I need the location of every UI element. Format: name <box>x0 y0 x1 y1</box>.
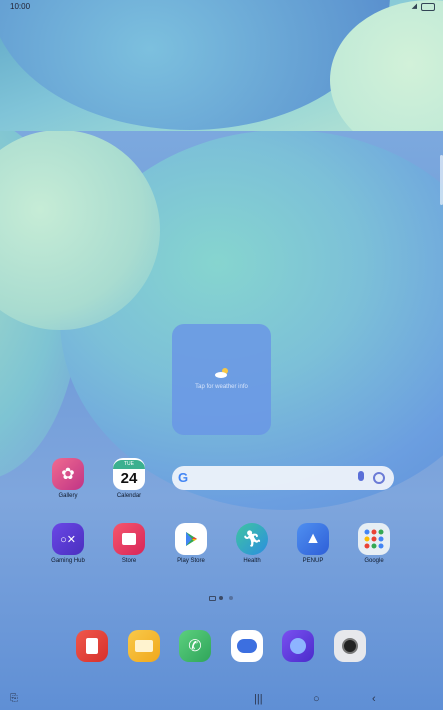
play-store-icon <box>175 523 207 555</box>
weather-widget[interactable]: Tap for weather info <box>172 324 271 435</box>
camera-icon <box>334 630 366 662</box>
back-button[interactable]: ‹ <box>372 692 376 706</box>
messages-icon <box>231 630 263 662</box>
app-label: PENUP <box>302 558 324 564</box>
status-bar: 10:00 ◢ <box>0 0 443 14</box>
recents-button[interactable]: ||| <box>254 692 263 706</box>
calendar-icon: TUE 24 <box>113 458 145 490</box>
weather-cloud-icon <box>215 368 228 378</box>
store-bag-icon <box>113 523 145 555</box>
app-store[interactable]: Store <box>98 523 160 564</box>
app-label: Play Store <box>177 558 205 564</box>
app-gallery[interactable]: ✿ Gallery <box>37 458 99 499</box>
screenshot-icon[interactable]: ⎘ <box>10 692 18 706</box>
app-gaming-hub[interactable]: ○✕ Gaming Hub <box>37 523 99 564</box>
gallery-icon: ✿ <box>52 458 84 490</box>
app-label: Gallery <box>58 493 78 499</box>
app-label: Store <box>121 558 137 564</box>
app-label: Google <box>364 558 384 564</box>
page-dot <box>229 596 233 600</box>
app-google-folder[interactable]: Google <box>343 523 405 564</box>
wallpaper-top <box>0 0 443 131</box>
signal-icon: ◢ <box>411 3 417 10</box>
home-button[interactable]: ○ <box>313 692 320 706</box>
internet-icon <box>282 630 314 662</box>
clock: 10:00 <box>10 2 31 11</box>
app-health[interactable]: 🏃︎ Health <box>221 523 283 564</box>
gaming-hub-icon: ○✕ <box>52 523 84 555</box>
google-folder-icon <box>358 523 390 555</box>
app-calendar[interactable]: TUE 24 Calendar <box>98 458 160 499</box>
lens-icon[interactable] <box>373 472 385 484</box>
mic-icon[interactable] <box>358 471 364 481</box>
weather-label: Tap for weather info <box>195 384 248 390</box>
calendar-day: TUE <box>113 459 145 469</box>
battery-icon <box>421 3 435 11</box>
phone-icon: ✆ <box>179 630 211 662</box>
app-penup[interactable]: ▲ PENUP <box>282 523 344 564</box>
app-label: Gaming Hub <box>51 558 85 564</box>
calendar-date: 24 <box>120 469 138 487</box>
app-label: Health <box>243 558 261 564</box>
navigation-bar: ⎘ ||| ○ ‹ <box>0 688 443 710</box>
notes-icon <box>76 630 108 662</box>
folder-icon <box>128 630 160 662</box>
penup-icon: ▲ <box>297 523 329 555</box>
google-g-icon: G <box>178 470 189 485</box>
home-indicator-icon <box>209 596 216 601</box>
google-search-bar[interactable]: G <box>172 466 394 490</box>
dock-camera[interactable] <box>319 630 381 662</box>
health-icon: 🏃︎ <box>236 523 268 555</box>
page-indicator[interactable] <box>207 594 237 602</box>
page-dot-active <box>219 596 223 600</box>
app-label: Calendar <box>116 493 142 499</box>
app-play-store[interactable]: Play Store <box>160 523 222 564</box>
